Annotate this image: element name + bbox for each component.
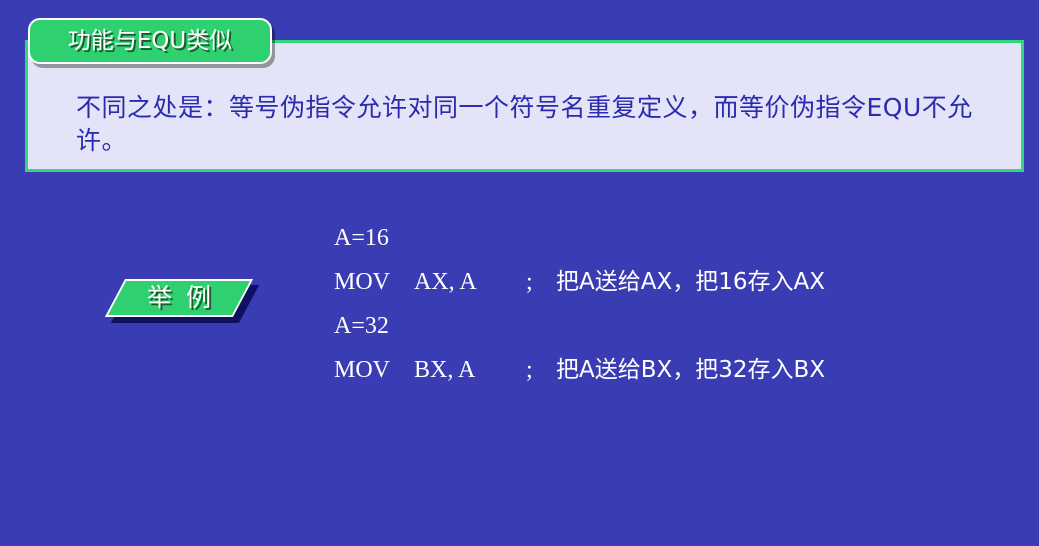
example-badge-label: 举例 (146, 283, 225, 312)
code-line: A=32 (334, 310, 1014, 354)
code-semicolon: ; (526, 269, 533, 295)
code-args: BX, A (414, 357, 476, 383)
callout-tab-label: 功能与EQU类似 (67, 28, 233, 54)
code-op: MOV (334, 269, 391, 295)
callout-tab: 功能与EQU类似 (28, 18, 272, 64)
code-op: A=16 (334, 225, 389, 251)
code-line: A=16 (334, 222, 1014, 266)
code-comment: 把A送给AX，把16存入AX (556, 269, 825, 295)
slide: 不同之处是：等号伪指令允许对同一个符号名重复定义，而等价伪指令EQU不允许。 功… (0, 0, 1039, 407)
callout-text: 不同之处是：等号伪指令允许对同一个符号名重复定义，而等价伪指令EQU不允许。 (76, 93, 973, 155)
code-line: MOV BX, A ; 把A送给BX，把32存入BX (334, 354, 1014, 398)
code-block: A=16 MOV AX, A ; 把A送给AX，把16存入AX A=32 MOV… (334, 222, 1014, 398)
example-badge: 举例 (104, 279, 260, 323)
code-comment: 把A送给BX，把32存入BX (556, 357, 826, 383)
code-line: MOV AX, A ; 把A送给AX，把16存入AX (334, 266, 1014, 310)
code-op: MOV (334, 357, 391, 383)
code-args: AX, A (414, 269, 477, 295)
code-op: A=32 (334, 313, 389, 339)
code-semicolon: ; (526, 357, 533, 383)
